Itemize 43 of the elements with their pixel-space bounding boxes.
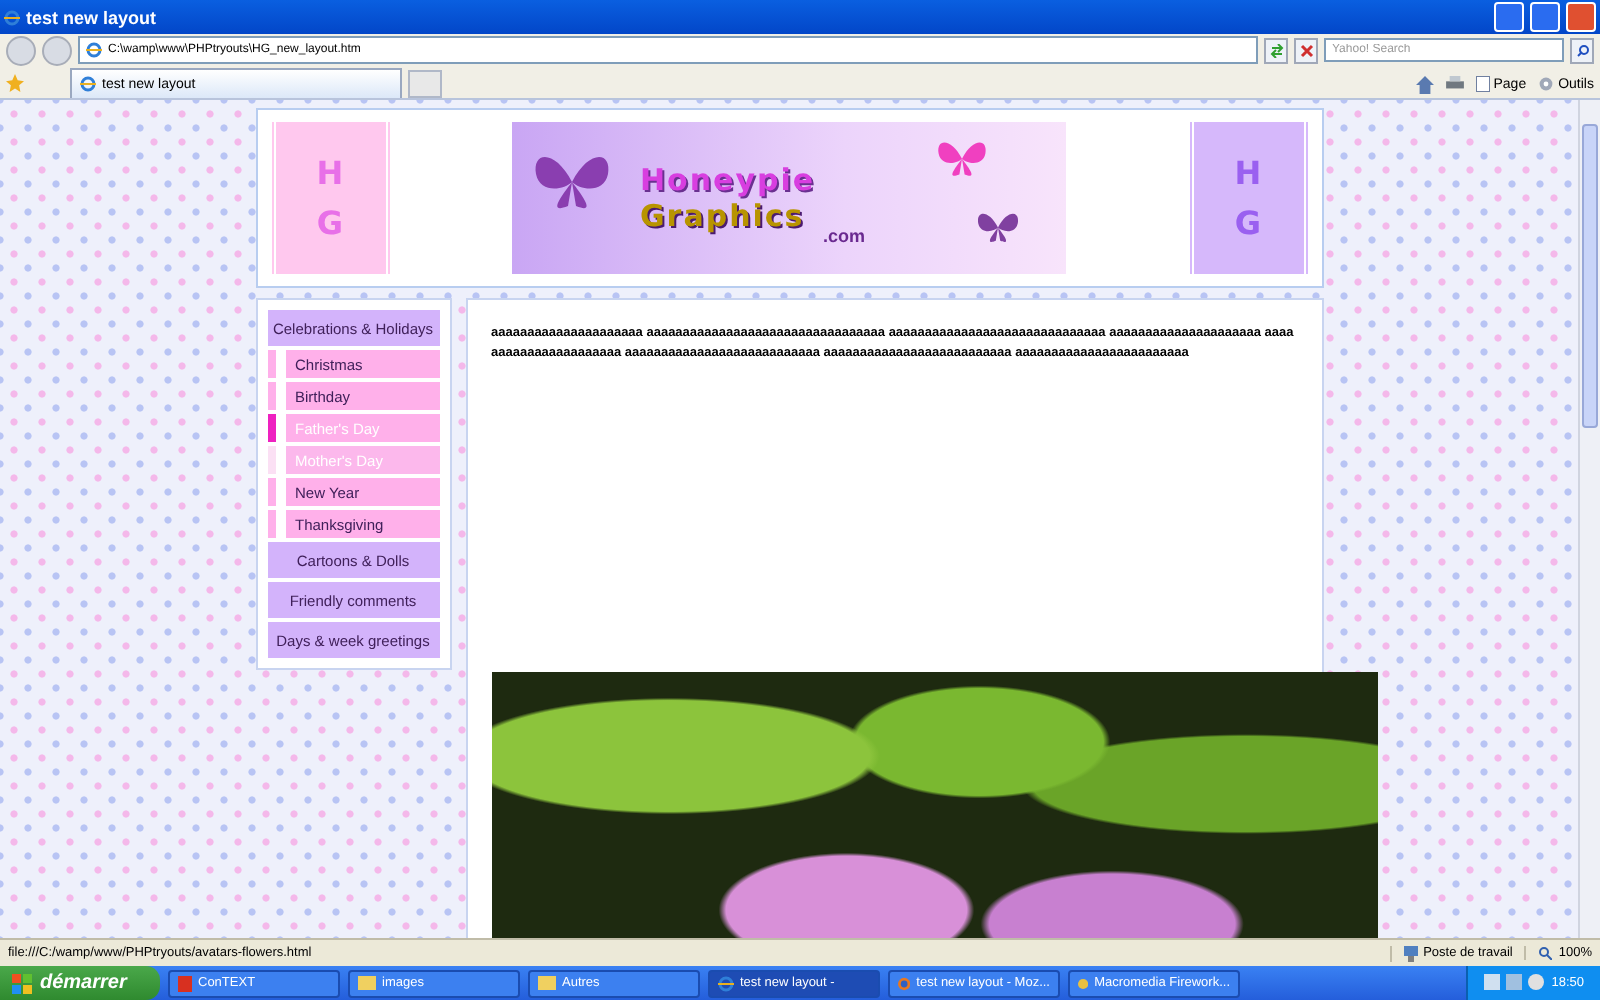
folder-icon: [358, 976, 376, 990]
scrollbar[interactable]: [1578, 100, 1600, 939]
start-button[interactable]: démarrer: [0, 966, 160, 1000]
arrows-icon: [1269, 43, 1283, 58]
folder-icon: [538, 976, 556, 990]
browser-icon: [4, 9, 20, 26]
tray-icons: [1483, 974, 1544, 992]
magnifier-icon: [1538, 946, 1553, 961]
home-icon: [1415, 75, 1434, 94]
gear-icon: [1538, 76, 1555, 93]
stop-button[interactable]: [1294, 37, 1318, 64]
window-title: test new layout: [26, 7, 159, 28]
browser-icon: [86, 42, 102, 59]
restore-button[interactable]: [1530, 2, 1560, 33]
tile-letter: G: [1234, 204, 1262, 243]
tile-letter: G: [316, 204, 344, 243]
printer-icon: [1445, 76, 1464, 93]
logo-text: Honeypie: [640, 162, 816, 199]
windows-logo-icon: [12, 973, 32, 993]
butterfly-icon: [976, 210, 1020, 246]
new-tab-button[interactable]: [408, 70, 442, 99]
logo-suffix: .com: [823, 226, 866, 247]
computer-icon: [1403, 945, 1418, 962]
forward-button[interactable]: [42, 35, 72, 66]
tile-letter: H: [1234, 154, 1262, 193]
scroll-thumb[interactable]: [1582, 124, 1598, 429]
back-button[interactable]: [6, 35, 36, 66]
app-icon: [178, 975, 192, 991]
app-icon: [1078, 975, 1089, 991]
star-icon: [6, 73, 24, 92]
close-icon: [1299, 43, 1313, 58]
tile-letter: H: [316, 154, 344, 193]
browser-icon: [80, 76, 96, 93]
browser-icon: [718, 975, 734, 991]
search-icon: [1575, 43, 1589, 58]
refresh-button[interactable]: [1264, 37, 1288, 64]
close-button[interactable]: [1566, 2, 1596, 33]
butterfly-icon: [936, 138, 988, 181]
minimize-button[interactable]: [1494, 2, 1524, 33]
search-button[interactable]: [1570, 37, 1594, 64]
logo-text: Graphics: [640, 198, 807, 235]
page-icon: [1475, 76, 1490, 93]
globe-icon: [898, 975, 911, 991]
